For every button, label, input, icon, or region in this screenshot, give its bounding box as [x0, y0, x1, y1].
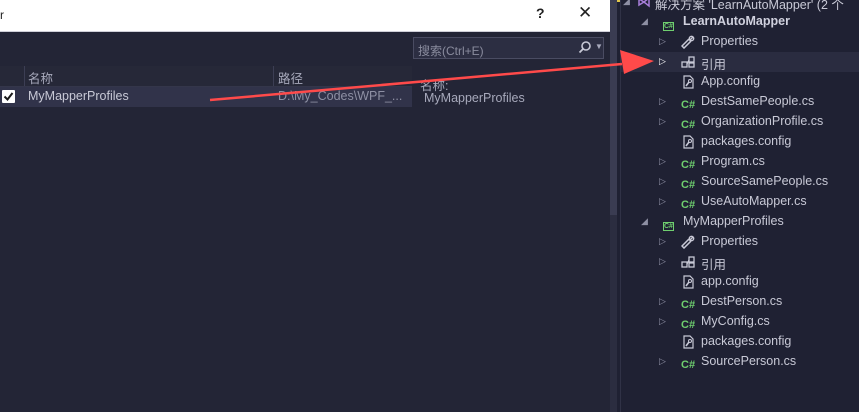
annotation-arrow-icon: [209, 50, 654, 102]
